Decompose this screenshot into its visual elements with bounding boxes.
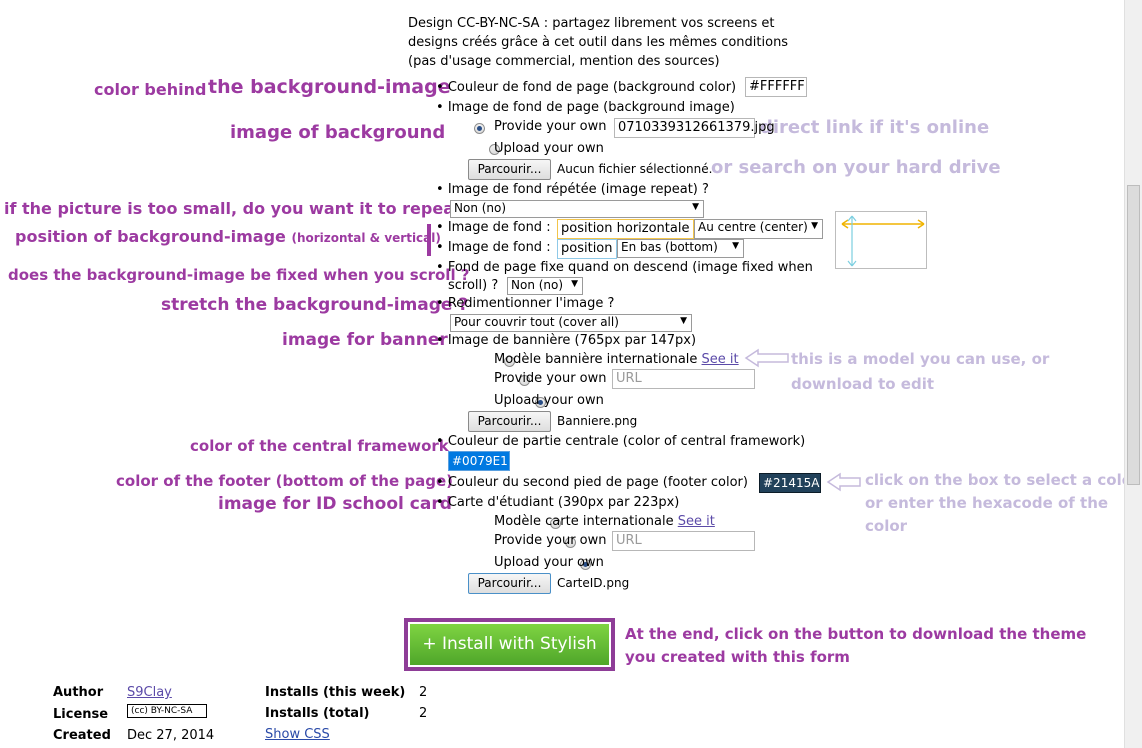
position-v-label: Image de fond : xyxy=(436,240,551,255)
resize-label: Redimentionner l'image ? xyxy=(436,296,615,311)
no-file-text: Aucun fichier sélectionné. xyxy=(557,162,713,176)
annotation-position-sub: (horizontal & vertical) xyxy=(291,231,441,245)
cc-license-badge[interactable]: (cc) BY-NC-SA xyxy=(127,704,207,718)
card-label: Carte d'étudiant (390px par 223px) xyxy=(436,495,680,510)
position-arrows-icon xyxy=(841,215,925,267)
annotation-color-behind: color behind xyxy=(94,80,207,99)
annotation-position: position of background-image (horizontal… xyxy=(15,227,441,246)
author-label: Author xyxy=(53,685,104,700)
annotation-direct-link: direct link if it's online xyxy=(760,117,990,138)
resize-select[interactable]: Pour couvrir tout (cover all) ▼ xyxy=(450,314,692,332)
browse-button[interactable]: Parcourir... xyxy=(468,411,551,432)
bg-color-input[interactable]: #FFFFFF xyxy=(745,77,807,97)
banner-url-input[interactable]: URL xyxy=(612,369,755,389)
position-preview xyxy=(835,211,927,269)
install-with-stylish-button[interactable]: + Install with Stylish xyxy=(410,624,609,665)
annotation-id-card: image for ID school card xyxy=(218,494,452,514)
arrow-left-icon xyxy=(744,348,789,368)
repeat-select-value: Non (no) xyxy=(454,201,507,215)
position-h-text: position horizontale xyxy=(557,219,694,239)
banner-model-text: Modèle bannière internationale xyxy=(494,352,698,367)
annotation-image-of-bg: image of background xyxy=(230,122,446,143)
footer-color-label: Couleur du second pied de page (footer c… xyxy=(436,475,748,490)
position-h-value: Au centre (center) xyxy=(698,220,808,234)
provide-own-label: Provide your own xyxy=(494,119,607,134)
intro-line: (pas d'usage commercial, mention des sou… xyxy=(408,54,720,69)
browse-button[interactable]: Parcourir... xyxy=(468,159,551,180)
chevron-down-icon: ▼ xyxy=(811,221,818,231)
intro-line: designs créés grâce à cet outil dans les… xyxy=(408,35,789,50)
upload-own-label: Upload your own xyxy=(494,555,604,570)
fixed-select-value: Non (no) xyxy=(511,278,564,292)
annotation-click-box: color xyxy=(865,517,908,535)
annotation-fixed: does the background-image be fixed when … xyxy=(8,266,470,284)
bg-image-url-input[interactable]: 0710339312661379.jpg xyxy=(614,118,775,138)
card-url-input[interactable]: URL xyxy=(612,531,755,551)
bracket-mark xyxy=(427,224,431,256)
position-v-text: position xyxy=(557,239,617,259)
annotation-at-end: At the end, click on the button to downl… xyxy=(625,625,1087,643)
see-it-link[interactable]: See it xyxy=(702,352,739,367)
intro-line: Design CC-BY-NC-SA : partagez librement … xyxy=(408,16,775,31)
fixed-label-cont: scroll) ? xyxy=(448,278,499,293)
card-model-label: Modèle carte internationale See it xyxy=(494,514,715,529)
card-file-name: CarteID.png xyxy=(557,576,630,590)
annotation-bg-image: the background-image xyxy=(208,76,451,98)
banner-file-name: Banniere.png xyxy=(557,414,638,428)
annotation-central-color: color of the central framework xyxy=(190,437,449,455)
banner-model-label: Modèle bannière internationale See it xyxy=(494,352,739,367)
position-v-value: En bas (bottom) xyxy=(621,240,718,254)
chevron-down-icon: ▼ xyxy=(571,279,578,289)
arrow-left-icon xyxy=(826,472,861,492)
chevron-down-icon: ▼ xyxy=(680,316,687,326)
annotation-repeat: if the picture is too small, do you want… xyxy=(4,199,477,218)
created-label: Created xyxy=(53,728,111,743)
chevron-down-icon: ▼ xyxy=(732,241,739,251)
browse-button[interactable]: Parcourir... xyxy=(468,573,551,594)
upload-own-label: Upload your own xyxy=(494,141,604,156)
central-color-label: Couleur de partie centrale (color of cen… xyxy=(436,434,805,449)
bg-image-label: Image de fond de page (background image) xyxy=(436,100,735,115)
position-h-select[interactable]: Au centre (center) ▼ xyxy=(694,219,823,239)
show-css-link[interactable]: Show CSS xyxy=(265,727,330,742)
fixed-label: Fond de page fixe quand on descend (imag… xyxy=(436,260,813,275)
position-v-select[interactable]: En bas (bottom) ▼ xyxy=(617,239,744,258)
repeat-label: Image de fond répétée (image repeat) ? xyxy=(436,182,709,197)
annotation-click-box: click on the box to select a color, xyxy=(865,471,1142,489)
fixed-select[interactable]: Non (no) ▼ xyxy=(507,277,583,295)
bg-color-label: Couleur de fond de page (background colo… xyxy=(436,80,736,95)
author-link[interactable]: S9Clay xyxy=(127,685,172,700)
position-h-label: Image de fond : xyxy=(436,220,551,235)
central-color-input[interactable]: #0079E1 xyxy=(448,451,510,471)
upload-own-label: Upload your own xyxy=(494,393,604,408)
install-frame: + Install with Stylish xyxy=(404,618,615,671)
radio-provide-own[interactable] xyxy=(474,123,485,134)
repeat-select[interactable]: Non (no) ▼ xyxy=(450,200,704,218)
annotation-click-box: or enter the hexacode of the xyxy=(865,494,1109,512)
annotation-search-hd: or search on your hard drive xyxy=(711,157,1001,178)
installs-week-label: Installs (this week) xyxy=(265,685,406,700)
annotation-position-main: position of background-image xyxy=(15,227,286,246)
installs-week-value: 2 xyxy=(419,685,428,700)
see-it-link[interactable]: See it xyxy=(678,514,715,529)
license-intro: Design CC-BY-NC-SA : partagez librement … xyxy=(408,14,788,71)
card-model-text: Modèle carte internationale xyxy=(494,514,674,529)
annotation-stretch: stretch the background-image ? xyxy=(161,295,469,315)
annotation-model-note: this is a model you can use, or xyxy=(791,350,1050,368)
annotation-footer-color: color of the footer (bottom of the page) xyxy=(116,472,453,490)
provide-own-label: Provide your own xyxy=(494,371,607,386)
installs-total-label: Installs (total) xyxy=(265,706,370,721)
footer-color-input[interactable]: #21415A xyxy=(759,473,821,493)
chevron-down-icon: ▼ xyxy=(692,202,699,212)
installs-total-value: 2 xyxy=(419,706,428,721)
created-value: Dec 27, 2014 xyxy=(127,728,215,743)
provide-own-label: Provide your own xyxy=(494,533,607,548)
annotation-at-end: you created with this form xyxy=(625,648,850,666)
scrollbar-thumb[interactable] xyxy=(1127,185,1140,485)
annotation-banner: image for banner xyxy=(282,330,448,350)
banner-label: Image de bannière (765px par 147px) xyxy=(436,333,696,348)
resize-select-value: Pour couvrir tout (cover all) xyxy=(454,315,619,329)
annotation-model-note: download to edit xyxy=(791,375,935,393)
license-label: License xyxy=(53,707,109,722)
